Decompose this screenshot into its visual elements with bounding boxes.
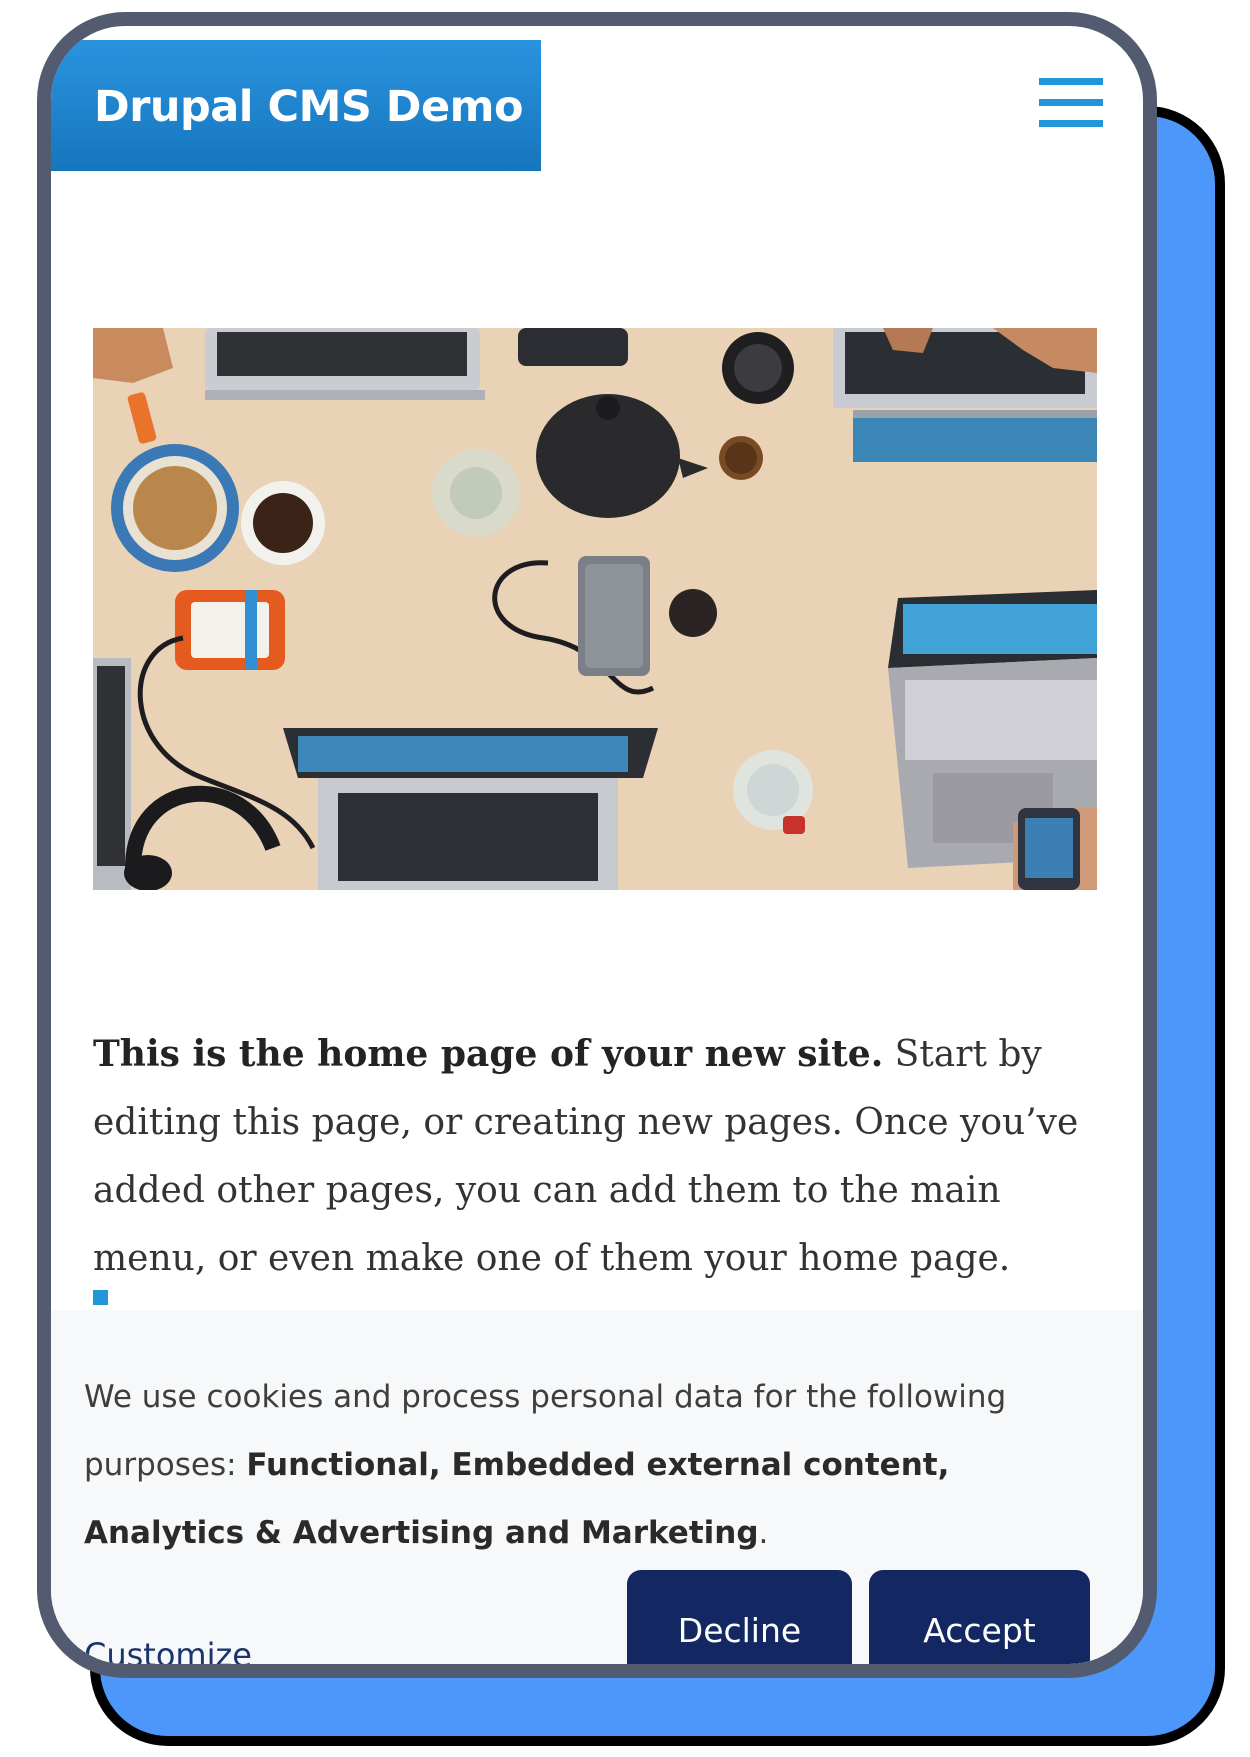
menu-bar bbox=[1039, 120, 1103, 127]
hero-photo bbox=[93, 328, 1097, 891]
menu-bar bbox=[1039, 99, 1103, 106]
cookie-text-after: . bbox=[758, 1515, 769, 1551]
laptop-bottom-center bbox=[283, 728, 658, 890]
cookie-message: We use cookies and process personal data… bbox=[84, 1363, 1094, 1567]
hamburger-menu-icon[interactable] bbox=[1039, 78, 1103, 132]
decorative-square bbox=[93, 1290, 108, 1305]
laptop-top-left bbox=[205, 328, 485, 400]
phone-screen: Drupal CMS Demo This is the home page of… bbox=[51, 26, 1143, 1664]
intro-paragraph: This is the home page of your new site. … bbox=[93, 1020, 1093, 1293]
customize-link[interactable]: Customize bbox=[84, 1636, 252, 1664]
phone-frame: Drupal CMS Demo This is the home page of… bbox=[37, 12, 1157, 1678]
cookie-banner: We use cookies and process personal data… bbox=[51, 1310, 1143, 1664]
hero-image bbox=[93, 328, 1097, 891]
accept-button[interactable]: Accept bbox=[869, 1570, 1090, 1664]
site-branding[interactable]: Drupal CMS Demo bbox=[51, 40, 541, 171]
menu-bar bbox=[1039, 78, 1103, 85]
decline-button[interactable]: Decline bbox=[627, 1570, 852, 1664]
intro-bold-text: This is the home page of your new site. bbox=[93, 1033, 884, 1075]
site-name[interactable]: Drupal CMS Demo bbox=[94, 82, 524, 132]
